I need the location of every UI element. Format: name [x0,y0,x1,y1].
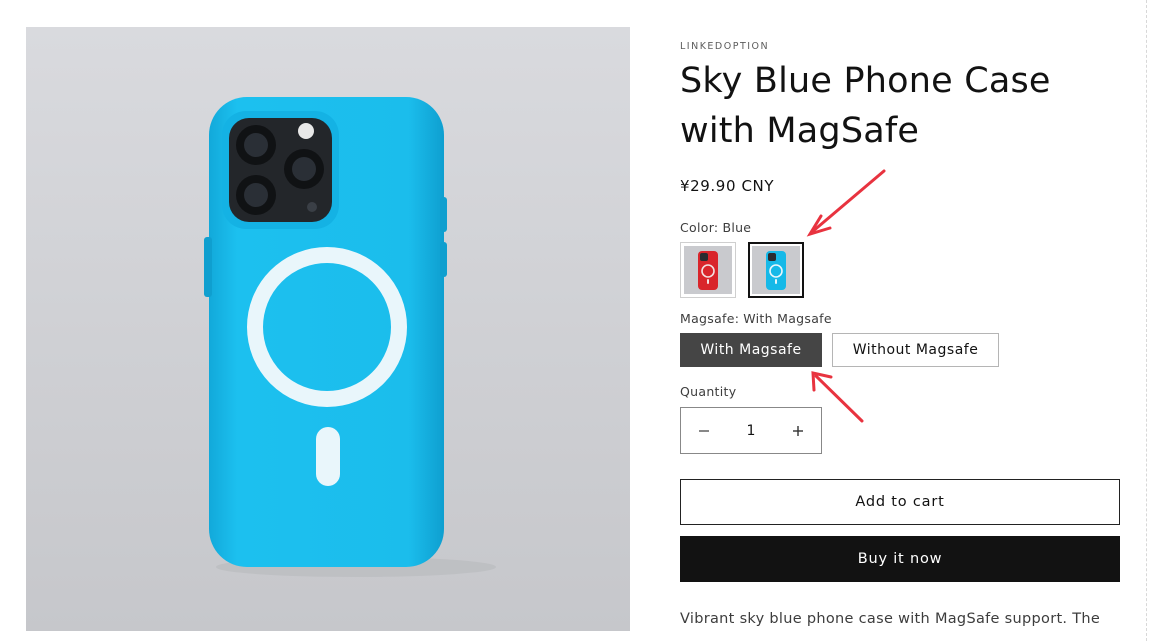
color-selected-value: Blue [722,220,752,235]
product-price: ¥29.90 CNY [680,177,775,195]
vendor-name: LINKEDOPTION [680,41,770,52]
red-case-thumbnail [684,246,732,294]
quantity-input[interactable]: 1 [727,423,775,439]
blue-case-thumbnail [752,246,800,294]
phone-case-photo [26,27,630,631]
page-edge [1146,0,1147,641]
product-description: Vibrant sky blue phone case with MagSafe… [680,611,1101,627]
magsafe-selected-value: With Magsafe [743,311,832,326]
option-without-magsafe[interactable]: Without Magsafe [832,333,999,367]
buy-now-button[interactable]: Buy it now [680,536,1120,582]
plus-icon[interactable] [775,408,821,453]
color-swatch-blue[interactable] [748,242,804,298]
minus-icon[interactable] [681,408,727,453]
quantity-label: Quantity [680,384,737,399]
magsafe-option-label: Magsafe: With Magsafe [680,311,832,326]
product-image[interactable] [26,27,630,631]
color-swatch-red[interactable] [680,242,736,298]
quantity-stepper: 1 [680,407,822,454]
add-to-cart-button[interactable]: Add to cart [680,479,1120,525]
product-title: Sky Blue Phone Case with MagSafe [680,61,1051,151]
color-option-label: Color: Blue [680,220,752,235]
arrow-to-blue-swatch [806,169,886,237]
option-with-magsafe[interactable]: With Magsafe [680,333,822,367]
